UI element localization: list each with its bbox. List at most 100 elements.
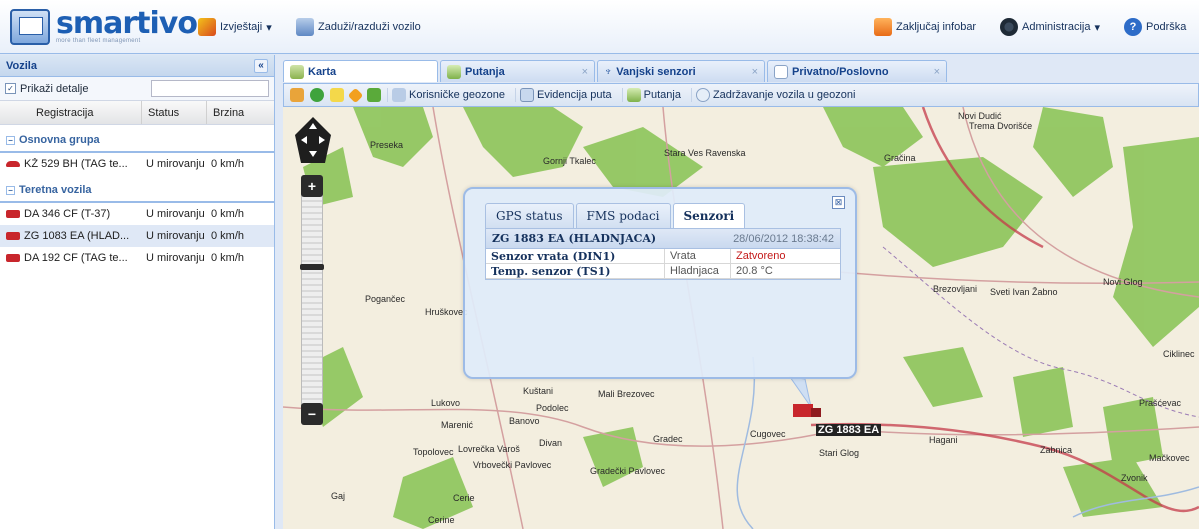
vehicle-marker-cab <box>811 408 821 417</box>
vehicle-speed: 0 km/h <box>211 208 245 220</box>
details-bar: ✓ Prikaži detalje <box>0 77 274 101</box>
place-label: Gradec <box>653 434 683 444</box>
place-label: Hagani <box>929 435 958 445</box>
tab-senzori[interactable]: Senzori <box>672 203 746 228</box>
zoom-out-button[interactable]: − <box>301 403 323 425</box>
tab-label: Vanjski senzori <box>616 65 696 78</box>
chart-icon <box>198 18 216 36</box>
route-icon <box>626 88 641 102</box>
tab-fms-podaci[interactable]: FMS podaci <box>575 203 671 228</box>
tab-privatno-poslovno[interactable]: Privatno/Poslovno × <box>767 60 947 82</box>
route-button[interactable]: Putanja <box>621 88 685 102</box>
sensor-icon: ♆ <box>604 65 613 78</box>
table-row[interactable]: ZG 1083 EA (HLAD... U mirovanju 0 km/h <box>0 225 274 247</box>
close-icon[interactable]: × <box>752 66 758 78</box>
truck-icon <box>6 210 20 218</box>
collapse-group-icon: − <box>6 185 15 195</box>
vehicle-name: ZG 1883 EA (HLADNJACA) <box>492 232 657 245</box>
place-label: Brezovljani <box>933 284 978 294</box>
place-label: Gračina <box>884 153 916 163</box>
place-label: Cerie <box>453 493 475 503</box>
group-header[interactable]: − Teretna vozila <box>0 179 274 203</box>
tab-label: Privatno/Poslovno <box>792 65 889 78</box>
geozone-button[interactable]: Korisničke geozone <box>387 88 509 102</box>
vehicle-speed: 0 km/h <box>211 158 245 170</box>
lock-infobar-button[interactable]: Zaključaj infobar <box>874 18 976 36</box>
fullscreen-icon[interactable] <box>367 88 381 102</box>
car-icon <box>6 161 20 167</box>
place-label: Stari Glog <box>819 448 860 458</box>
close-icon[interactable]: × <box>934 66 940 78</box>
reports-menu[interactable]: Izvještaji ▾ <box>198 18 272 36</box>
lock-icon <box>874 18 892 36</box>
place-label: Gornji Tkalec <box>543 156 596 166</box>
sensor-type: Hladnjaca <box>665 264 731 278</box>
details-checkbox[interactable]: ✓ <box>5 83 16 94</box>
table-row[interactable]: KŽ 529 BH (TAG te... U mirovanju 0 km/h <box>0 153 274 175</box>
pan-control[interactable] <box>295 117 331 163</box>
col-brzina[interactable]: Brzina <box>207 101 274 124</box>
geozone-stay-button[interactable]: Zadržavanje vozila u geozoni <box>690 88 859 102</box>
tab-bar: Karta Putanja × ♆ Vanjski senzori × Priv… <box>283 60 1199 82</box>
vehicle-assign-icon <box>296 18 314 36</box>
zoom-slider-handle[interactable] <box>300 264 324 270</box>
vehicle-status: U mirovanju <box>146 230 205 242</box>
zoom-in-button[interactable]: + <box>301 175 323 197</box>
vehicle-info-popup: ⊠ GPS status FMS podaci Senzori ZG 1883 … <box>463 187 857 379</box>
tab-putanja[interactable]: Putanja × <box>440 60 595 82</box>
col-registracija[interactable]: Registracija <box>0 101 142 124</box>
vehicle-marker-icon <box>793 404 813 417</box>
forest-area <box>1013 367 1073 437</box>
table-row[interactable]: DA 346 CF (T-37) U mirovanju 0 km/h <box>0 203 274 225</box>
timestamp: 28/06/2012 18:38:42 <box>733 232 834 245</box>
place-label: Divan <box>539 438 563 448</box>
map-toolbar: Korisničke geozone Evidencija puta Putan… <box>283 83 1199 107</box>
refresh-icon[interactable] <box>310 88 324 102</box>
place-label: Ciklinec <box>1163 349 1195 359</box>
group-name: Teretna vozila <box>19 184 92 196</box>
place-label: Zvonik <box>1121 473 1148 483</box>
support-button[interactable]: ? Podrška <box>1124 18 1186 36</box>
tab-gps-status[interactable]: GPS status <box>485 203 574 228</box>
close-icon[interactable]: × <box>582 66 588 78</box>
vehicle-status: U mirovanju <box>146 158 205 170</box>
truck-icon <box>6 254 20 262</box>
place-label: Vrbovečki Pavlovec <box>473 460 552 470</box>
place-label: Mali Brezovec <box>598 389 655 399</box>
trip-log-button[interactable]: Evidencija puta <box>515 88 616 102</box>
label-toggle-icon[interactable] <box>330 88 344 102</box>
vehicle-map-label[interactable]: ZG 1883 EA <box>816 424 882 436</box>
assign-vehicle-button[interactable]: Zaduži/razduži vozilo <box>296 18 421 36</box>
vehicle-status: U mirovanju <box>146 252 205 264</box>
vehicle-reg: KŽ 529 BH (TAG te... <box>24 158 128 170</box>
place-label: Banovo <box>509 416 540 426</box>
vehicles-panel: Vozila « ✓ Prikaži detalje Registracija … <box>0 55 275 529</box>
administration-menu[interactable]: Administracija ▾ <box>1000 18 1100 36</box>
col-status[interactable]: Status <box>142 101 207 124</box>
filter-input[interactable] <box>151 80 269 97</box>
tab-vanjski-senzori[interactable]: ♆ Vanjski senzori × <box>597 60 765 82</box>
group-header[interactable]: − Osnovna grupa <box>0 129 274 153</box>
sensor-row: Temp. senzor (TS1) Hladnjaca 20.8 °C <box>486 264 840 279</box>
place-label: Kuštani <box>523 386 554 396</box>
geozone-stay-label: Zadržavanje vozila u geozoni <box>712 89 856 101</box>
geozone-label: Korisničke geozone <box>409 89 506 101</box>
grid-header: Registracija Status Brzina <box>0 101 274 125</box>
collapse-button[interactable]: « <box>254 58 268 73</box>
forest-area <box>1113 137 1199 347</box>
zoom-bar[interactable]: + − <box>300 175 324 425</box>
table-row[interactable]: DA 192 CF (TAG te... U mirovanju 0 km/h <box>0 247 274 269</box>
sensor-type: Vrata <box>665 249 731 263</box>
place-label: Preseka <box>370 140 404 150</box>
tag-icon[interactable] <box>347 87 364 103</box>
folder-icon[interactable] <box>290 88 304 102</box>
close-popup-button[interactable]: ⊠ <box>832 196 845 209</box>
dropdown-arrow-icon: ▾ <box>1094 21 1100 34</box>
place-label: Pogančec <box>365 294 406 304</box>
place-label: Cugovec <box>750 429 786 439</box>
tab-karta[interactable]: Karta <box>283 60 438 82</box>
vehicle-reg: DA 346 CF (T-37) <box>24 208 111 220</box>
details-label: Prikaži detalje <box>20 82 89 95</box>
forest-area <box>903 347 983 407</box>
support-label: Podrška <box>1146 21 1187 33</box>
